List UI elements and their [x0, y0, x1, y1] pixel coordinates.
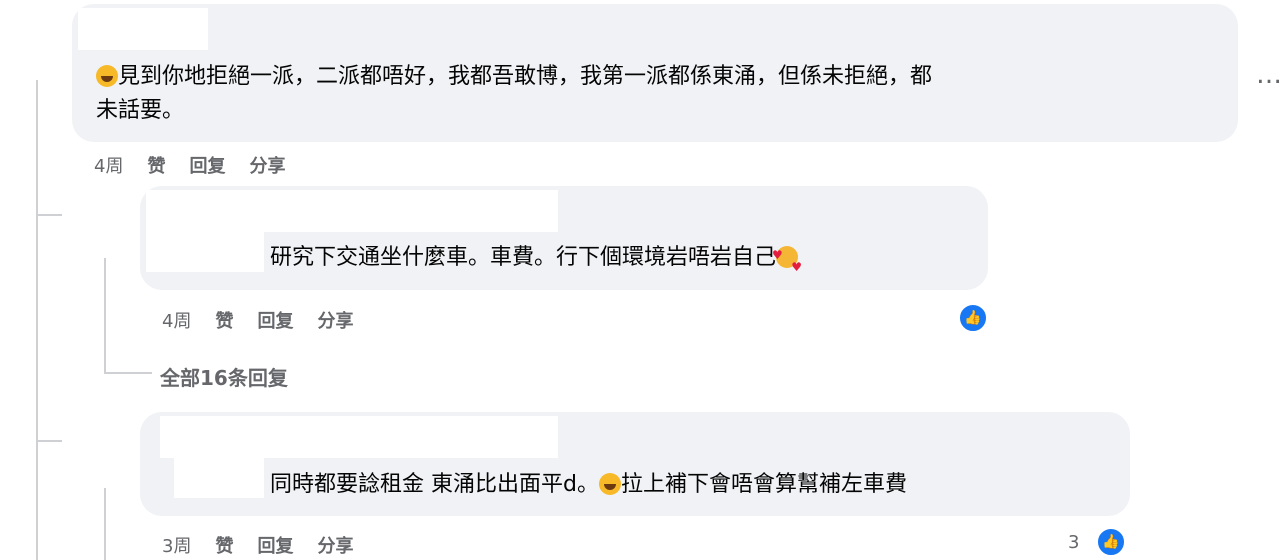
reply-2-author-redacted — [160, 416, 558, 458]
reply-2-like-reaction-icon[interactable]: 👍 — [1096, 527, 1126, 557]
thread-branch-2 — [36, 440, 62, 442]
thread-line-reply2 — [104, 488, 106, 560]
reply-2-share-button[interactable]: 分享 — [317, 532, 353, 558]
thread-elbow-viewall — [104, 372, 152, 374]
comment-text-line2: 未話要。 — [96, 98, 185, 123]
grinning-squint-emoji-icon — [598, 473, 621, 495]
reply-1-meta: 4周 赞 回复 分享 — [162, 307, 353, 333]
smiling-hearts-emoji-icon — [772, 242, 802, 280]
reply-1-author-redacted — [146, 190, 558, 232]
reply-2-like-button[interactable]: 赞 — [215, 532, 233, 558]
reply-2-reaction-count[interactable]: 3 — [1068, 532, 1079, 553]
reply-1-share-button[interactable]: 分享 — [317, 307, 353, 333]
thread-line-reply1 — [104, 258, 106, 372]
reply-2-text: 同時都要諗租金 東涌比出面平d。 拉上補下會唔會算幫補左車費 — [270, 472, 907, 497]
reply-button[interactable]: 回复 — [189, 152, 225, 178]
comment-time: 4周 — [94, 156, 124, 177]
share-button[interactable]: 分享 — [249, 152, 285, 178]
reply-1-avatar-redacted — [146, 232, 264, 272]
reply-1-like-reaction-icon[interactable]: 👍 — [958, 303, 988, 333]
thread-branch-1 — [36, 214, 62, 216]
reply-2-avatar-redacted — [174, 458, 264, 498]
reply-1-like-button[interactable]: 赞 — [215, 307, 233, 333]
reply-2-reply-button[interactable]: 回复 — [257, 532, 293, 558]
more-options-button[interactable]: … — [1256, 60, 1283, 90]
reply-1-reply-button[interactable]: 回复 — [257, 307, 293, 333]
view-all-replies-link[interactable]: 全部16条回复 — [160, 362, 288, 391]
thread-line-main — [36, 80, 38, 560]
laughing-emoji-icon — [96, 65, 118, 87]
reply-1-text: 研究下交通坐什麼車。車費。行下個環境岩唔岩自己 — [270, 242, 802, 280]
reply-2-meta: 3周 赞 回复 分享 — [162, 532, 353, 558]
comment-text-line1: 見到你地拒絕一派，二派都唔好，我都吾敢博，我第一派都係東涌，但係未拒絕，都 — [96, 64, 932, 90]
author-name-redacted — [78, 8, 208, 50]
reply-2-time: 3周 — [162, 536, 192, 557]
reply-1-time: 4周 — [162, 311, 192, 332]
like-button[interactable]: 赞 — [147, 152, 165, 178]
comment-meta: 4周 赞 回复 分享 — [94, 152, 285, 178]
